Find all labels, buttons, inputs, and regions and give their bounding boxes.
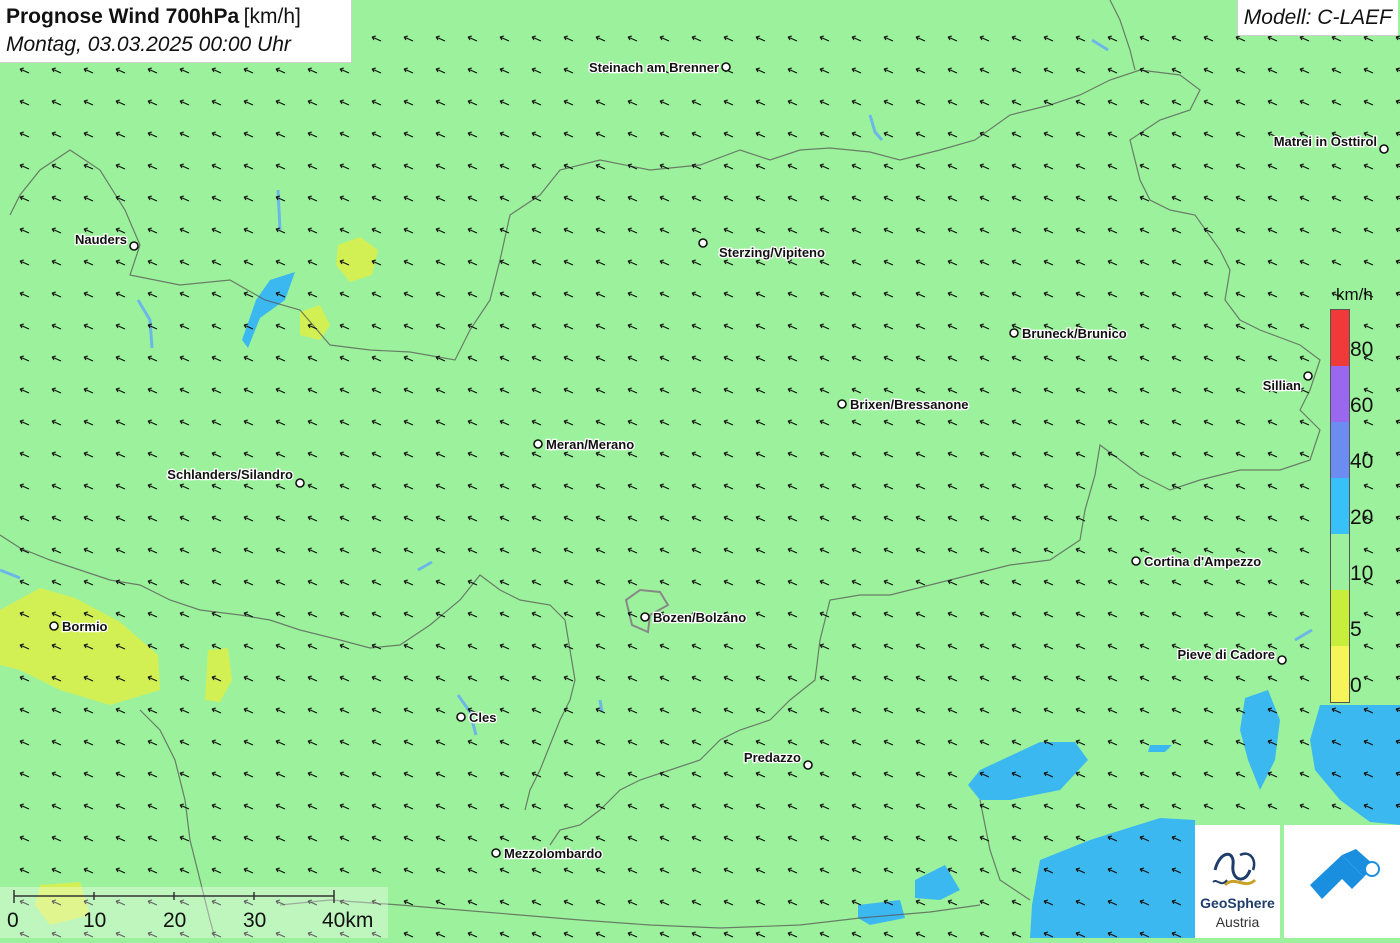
geosphere-country: Austria [1215,914,1260,930]
legend-color-step [1331,422,1349,478]
place-label: Schlanders/Silandro [167,467,293,482]
place-label: Brixen/Bressanone [850,397,969,412]
place-label: Sterzing/Vipiteno [719,245,825,260]
legend-color-step [1331,590,1349,646]
scale-label-10: 10 [83,909,107,932]
place-marker-icon [1379,144,1389,154]
place-marker-icon [1303,371,1313,381]
legend-color-step [1331,534,1349,590]
place-label: Predazzo [744,750,801,765]
place-marker-icon [456,712,466,722]
wind-map[interactable]: Steinach am Brenner Matrei in Osttirol Nau… [0,0,1400,938]
place-marker-icon [721,62,731,72]
place-marker-icon [533,439,543,449]
place-marker-icon [1277,655,1287,665]
place-marker-icon [640,612,650,622]
place-marker-icon [1131,556,1141,566]
legend-color-step [1331,366,1349,422]
legend-label: 5 [1350,618,1362,641]
place-label: Mezzolombardo [504,846,602,861]
weather-app-logo[interactable] [1284,825,1400,938]
geosphere-name: GeoSphere [1200,895,1275,911]
scale-label-30: 30 [243,909,267,932]
legend-color-step [1331,310,1349,366]
place-marker-icon [49,621,59,631]
legend-label: 10 [1350,562,1374,585]
map-title-box: Prognose Wind 700hPa [km/h] Montag, 03.0… [0,0,352,63]
place-label: Cles [469,710,496,725]
place-label: Cortina d'Ampezzo [1144,554,1261,569]
place-label: Nauders [75,232,127,247]
place-label: Pieve di Cadore [1177,647,1275,662]
scale-label-0: 0 [7,909,19,932]
geosphere-swirl-icon [1212,852,1257,887]
place-marker-icon [1009,328,1019,338]
model-label: Modell: C-LAEF [1236,0,1398,36]
place-label: Matrei in Osttirol [1274,134,1377,149]
place-label: Bormio [62,619,108,634]
legend-label: 80 [1350,338,1374,361]
place-label: Meran/Merano [546,437,634,452]
legend-unit: km/h [1336,285,1373,304]
scale-label-20: 20 [163,909,187,932]
forecast-datetime: Montag, 03.03.2025 00:00 Uhr [6,33,291,56]
legend-label: 20 [1350,506,1374,529]
legend-color-step [1331,646,1349,702]
place-marker-icon [803,760,813,770]
place-marker-icon [491,848,501,858]
scale-label-40km: 40km [322,909,374,932]
place-label: Sillian [1263,378,1301,393]
legend-color-step [1331,478,1349,534]
geosphere-logo[interactable]: GeoSphere Austria [1195,825,1280,938]
map-title-unit: [km/h] [243,5,301,28]
legend-color-bar [1330,309,1350,703]
distance-scalebar: 0 10 20 30 40km [0,887,388,938]
place-label: Bruneck/Brunico [1022,326,1127,341]
legend-label: 0 [1350,674,1362,697]
place-marker-icon [837,399,847,409]
place-label: Steinach am Brenner [589,60,719,75]
place-marker-icon [129,241,139,251]
legend-label: 60 [1350,394,1374,417]
map-title: Prognose Wind 700hPa [6,5,240,28]
place-marker-icon [698,238,708,248]
app-chevron-icon [1310,849,1380,899]
place-label: Bozen/Bolzano [653,610,746,625]
place-marker-icon [295,478,305,488]
color-legend: km/h 80 60 40 20 10 5 0 [1328,283,1386,703]
legend-label: 40 [1350,450,1374,473]
